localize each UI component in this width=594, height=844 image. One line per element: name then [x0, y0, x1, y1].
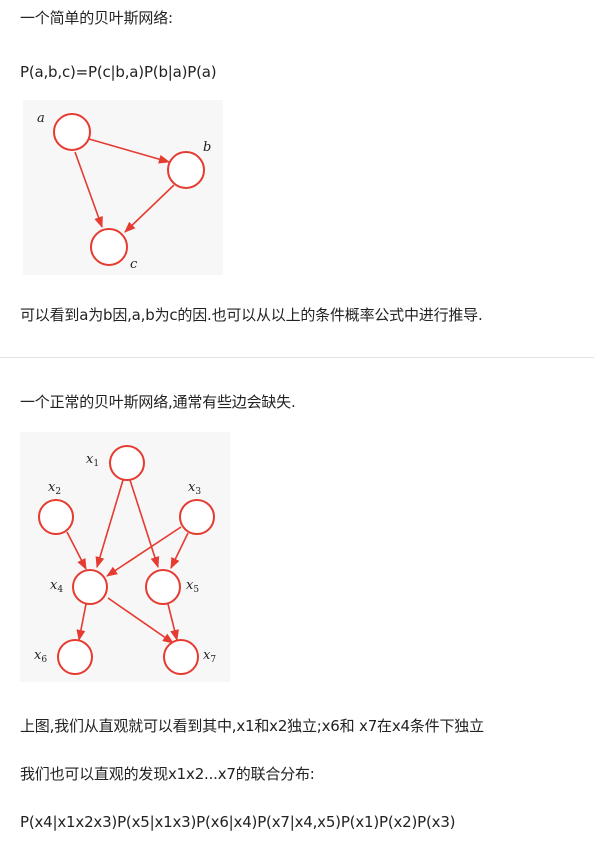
- edge-x1-x4: [95, 479, 124, 569]
- label-a: a: [37, 111, 45, 126]
- section2-intro: 一个正常的贝叶斯网络,通常有些边会缺失.: [20, 393, 296, 411]
- edge-x3-x4: [106, 526, 182, 577]
- section-divider: [0, 357, 594, 358]
- section1-formula: P(a,b,c)=P(c|b,a)P(b|a)P(a): [20, 63, 217, 81]
- section1-caption: 可以看到a为b因,a,b为c的因.也可以从以上的条件概率公式中进行推导.: [20, 306, 483, 324]
- edge-x1-x5: [129, 479, 160, 569]
- edge-x3-x5: [170, 532, 189, 570]
- node-x3: [179, 499, 215, 535]
- label-x5: x5: [186, 578, 199, 595]
- edge-a-c: [74, 151, 103, 229]
- label-x4: x4: [50, 578, 63, 595]
- section2-line1: 上图,我们从直观就可以看到其中,x1和x2独立;x6和 x7在x4条件下独立: [20, 717, 484, 735]
- label-x2: x2: [48, 480, 61, 497]
- diagram-simple-bayes-network: a b c: [23, 100, 223, 275]
- section1-intro: 一个简单的贝叶斯网络:: [20, 9, 173, 27]
- node-c: [90, 228, 128, 266]
- edge-a-b: [88, 138, 171, 164]
- diagram-bayes-network-7-nodes: x1 x2 x3 x4 x5 x6 x7: [20, 432, 230, 682]
- node-x6: [57, 639, 93, 675]
- node-b: [167, 151, 205, 189]
- label-x1: x1: [86, 452, 99, 469]
- node-x4: [72, 569, 108, 605]
- edge-x5-x7: [167, 603, 179, 642]
- label-x6: x6: [34, 648, 47, 665]
- node-x2: [38, 499, 74, 535]
- node-x7: [163, 639, 199, 675]
- node-x5: [145, 569, 181, 605]
- node-a: [53, 113, 91, 151]
- label-c: c: [130, 257, 138, 272]
- label-b: b: [203, 140, 211, 155]
- label-x7: x7: [203, 648, 216, 665]
- label-x3: x3: [188, 480, 201, 497]
- section2-formula: P(x4|x1x2x3)P(x5|x1x3)P(x6|x4)P(x7|x4,x5…: [20, 813, 456, 831]
- edge-x4-x6: [76, 603, 87, 642]
- edge-b-c: [124, 184, 175, 233]
- node-x1: [109, 445, 145, 481]
- section2-line2: 我们也可以直观的发现x1x2...x7的联合分布:: [20, 765, 315, 783]
- edge-x2-x4: [66, 531, 87, 570]
